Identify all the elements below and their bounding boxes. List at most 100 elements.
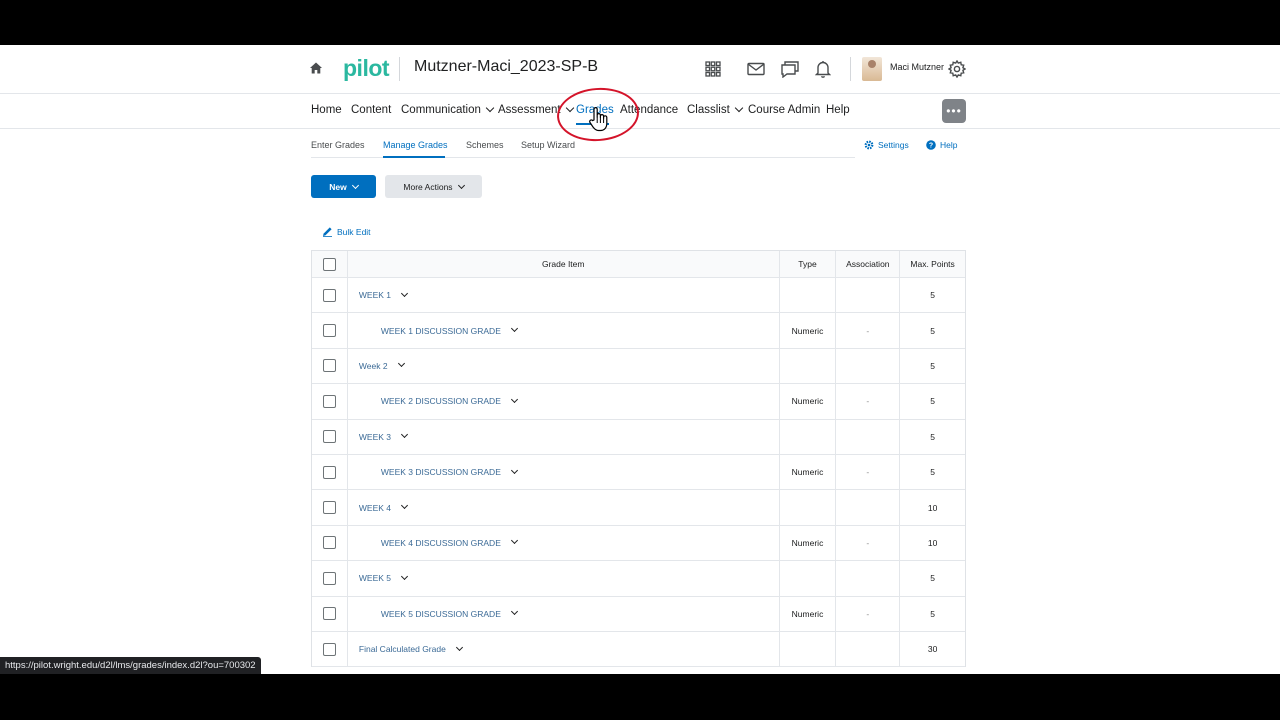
grade-item-cell: WEEK 4 — [348, 490, 780, 525]
row-checkbox-cell — [312, 490, 348, 525]
association-cell — [836, 561, 901, 596]
header-checkbox-cell — [312, 251, 348, 277]
max-points-cell: 5 — [930, 290, 935, 301]
top-header: pilot Mutzner-Maci_2023-SP-B Maci Mutzne… — [0, 45, 1280, 94]
row-checkbox[interactable] — [322, 607, 336, 621]
bulk-edit-button[interactable]: Bulk Edit — [322, 226, 371, 237]
grade-item-link[interactable]: Final Calculated Grade — [359, 644, 446, 654]
chevron-down-icon[interactable] — [510, 466, 518, 474]
grade-item-link[interactable]: WEEK 5 — [359, 573, 391, 583]
row-checkbox[interactable] — [322, 571, 336, 585]
nav-item-course-admin[interactable]: Course Admin — [748, 104, 820, 116]
grade-item-cell: WEEK 5 DISCUSSION GRADE — [348, 596, 780, 631]
nav-item-classlist[interactable]: Classlist — [687, 103, 744, 116]
tab-schemes[interactable]: Schemes — [466, 140, 504, 150]
type-cell: Numeric — [780, 525, 837, 561]
pilot-logo[interactable]: pilot — [343, 55, 390, 82]
home-icon[interactable] — [309, 61, 323, 75]
association-cell: - — [836, 384, 901, 419]
nav-item-home[interactable]: Home — [311, 104, 342, 116]
column-header-grade-item[interactable]: Grade Item — [348, 251, 780, 277]
course-selector-icon[interactable] — [702, 58, 724, 80]
nav-item-communication[interactable]: Communication — [401, 103, 495, 116]
row-checkbox[interactable] — [322, 359, 336, 373]
table-row: WEEK 5 5 — [312, 561, 965, 597]
association-cell: - — [836, 525, 901, 561]
table-row: WEEK 4 DISCUSSION GRADE Numeric - 10 — [312, 525, 965, 562]
user-name[interactable]: Maci Mutzner — [890, 62, 944, 72]
table-row: WEEK 1 DISCUSSION GRADE Numeric - 5 — [312, 313, 965, 349]
grade-item-link[interactable]: Week 2 — [359, 361, 388, 371]
chevron-down-icon[interactable] — [400, 572, 409, 580]
max-points-cell: 5 — [930, 467, 935, 478]
help-link[interactable]: ? Help — [926, 140, 957, 150]
bell-icon[interactable] — [812, 58, 834, 80]
grade-item-link[interactable]: WEEK 3 DISCUSSION GRADE — [381, 467, 501, 477]
tab-setup-wizard[interactable]: Setup Wizard — [521, 140, 575, 150]
chevron-down-icon[interactable] — [400, 501, 409, 510]
row-checkbox-cell — [312, 278, 348, 313]
row-checkbox[interactable] — [322, 465, 336, 479]
table-header-row: Grade Item Type Association Max. Points — [312, 251, 965, 278]
row-checkbox[interactable] — [322, 536, 336, 550]
chevron-down-icon — [734, 103, 744, 113]
new-button[interactable]: New — [311, 175, 376, 198]
chat-icon[interactable] — [779, 58, 801, 80]
nav-item-label: Communication — [401, 104, 481, 116]
row-checkbox-cell — [312, 454, 348, 490]
column-header-type[interactable]: Type — [780, 251, 837, 277]
table-row: Week 2 5 — [312, 348, 965, 385]
chevron-down-icon[interactable] — [510, 395, 518, 403]
row-checkbox-cell — [312, 525, 348, 561]
grade-item-link[interactable]: WEEK 2 DISCUSSION GRADE — [381, 396, 501, 406]
more-nav-button[interactable]: ••• — [942, 99, 966, 123]
nav-item-content[interactable]: Content — [351, 104, 391, 116]
settings-link[interactable]: Settings — [864, 140, 909, 150]
row-checkbox-cell — [312, 348, 348, 384]
chevron-down-icon[interactable] — [400, 289, 409, 297]
nav-item-label: Content — [351, 104, 392, 116]
row-checkbox[interactable] — [322, 642, 336, 656]
grade-item-link[interactable]: WEEK 5 DISCUSSION GRADE — [381, 609, 501, 619]
chevron-down-icon[interactable] — [510, 608, 518, 616]
grade-item-link[interactable]: WEEK 4 — [359, 503, 391, 513]
column-header-max-points[interactable]: Max. Points — [900, 251, 965, 277]
max-points-cell: 5 — [930, 573, 935, 584]
column-header-association[interactable]: Association — [836, 251, 901, 277]
chevron-down-icon — [351, 181, 359, 190]
tab-manage-grades[interactable]: Manage Grades — [383, 140, 448, 150]
chevron-down-icon[interactable] — [455, 643, 463, 651]
row-checkbox[interactable] — [322, 288, 336, 302]
row-checkbox[interactable] — [322, 501, 336, 515]
grade-item-link[interactable]: WEEK 1 — [359, 290, 391, 300]
tab-enter-grades[interactable]: Enter Grades — [311, 140, 365, 150]
association-cell — [836, 631, 901, 667]
grade-item-link[interactable]: WEEK 3 — [359, 432, 391, 442]
chevron-down-icon[interactable] — [510, 537, 518, 545]
row-checkbox[interactable] — [322, 430, 336, 444]
max-points-cell: 10 — [927, 502, 938, 513]
course-title[interactable]: Mutzner-Maci_2023-SP-B — [414, 58, 598, 76]
max-points-cell: 5 — [930, 325, 935, 336]
row-checkbox-cell — [312, 419, 348, 454]
chevron-down-icon[interactable] — [510, 325, 518, 333]
max-points-cell: 30 — [927, 644, 938, 655]
gear-icon[interactable] — [946, 58, 968, 80]
row-checkbox[interactable] — [322, 394, 336, 408]
select-all-checkbox[interactable] — [322, 257, 336, 271]
nav-item-help[interactable]: Help — [826, 104, 850, 116]
chevron-down-icon[interactable] — [397, 360, 405, 368]
avatar[interactable] — [862, 57, 882, 81]
chevron-down-icon[interactable] — [400, 431, 409, 439]
grade-item-link[interactable]: WEEK 1 DISCUSSION GRADE — [381, 326, 501, 336]
max-points-cell: 5 — [930, 431, 935, 442]
grade-item-link[interactable]: WEEK 4 DISCUSSION GRADE — [381, 538, 501, 548]
row-checkbox[interactable] — [322, 324, 336, 338]
active-subtab-indicator — [383, 156, 445, 158]
help-icon: ? — [926, 140, 936, 150]
hand-pointer-icon — [588, 106, 610, 137]
association-cell — [836, 419, 901, 454]
more-actions-button[interactable]: More Actions — [385, 175, 482, 198]
max-points-cell: 10 — [927, 537, 938, 548]
mail-icon[interactable] — [745, 58, 767, 80]
